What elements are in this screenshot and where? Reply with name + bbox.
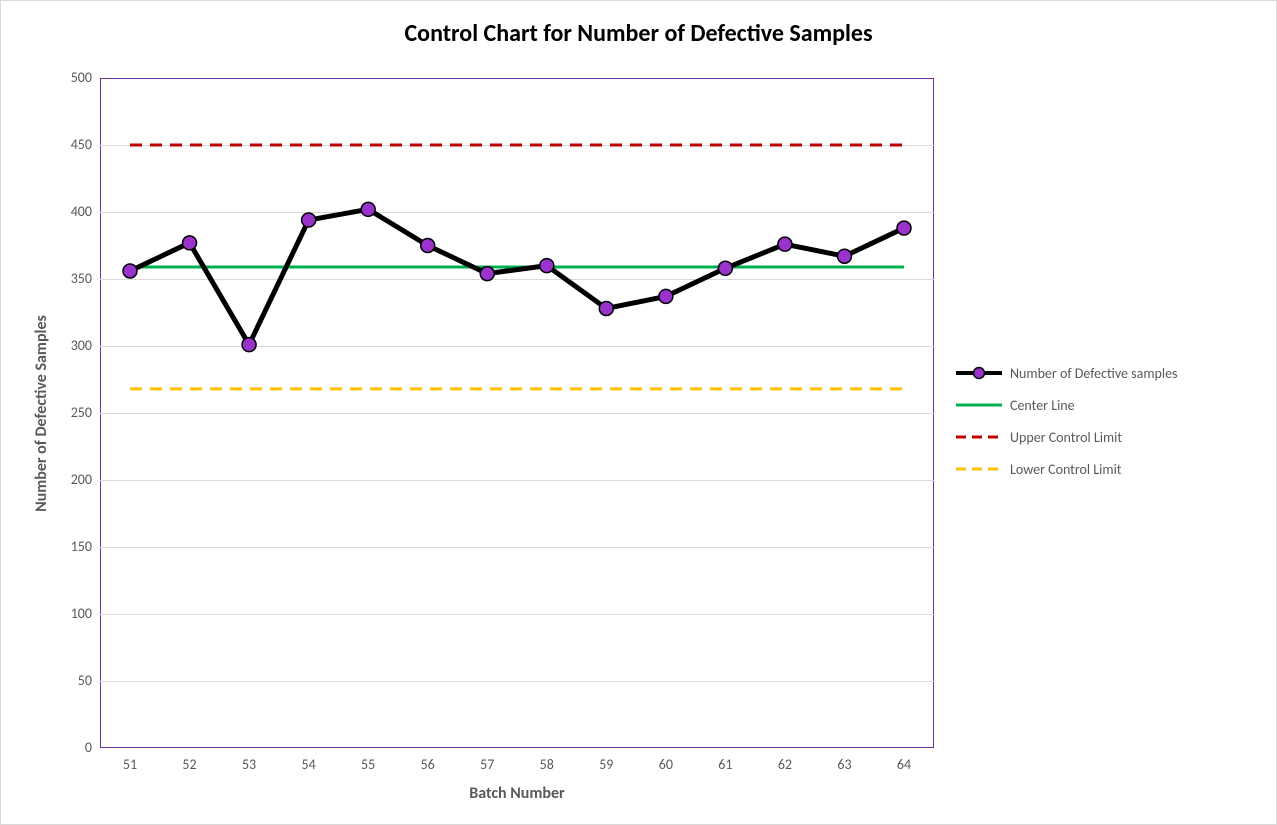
x-tick-label: 56 bbox=[413, 756, 443, 773]
plot-svg bbox=[100, 78, 934, 748]
legend-item-ucl: Upper Control Limit bbox=[956, 421, 1256, 453]
legend-item-center: Center Line bbox=[956, 389, 1256, 421]
legend-label-center: Center Line bbox=[1010, 397, 1075, 414]
y-tick-label: 50 bbox=[78, 672, 92, 689]
x-tick-label: 61 bbox=[710, 756, 740, 773]
data-marker bbox=[302, 213, 316, 227]
y-axis-title-text: Number of Defective Samples bbox=[32, 315, 51, 512]
legend-swatch-ucl bbox=[956, 427, 1002, 447]
legend-label-defectives: Number of Defective samples bbox=[1010, 365, 1178, 382]
data-marker bbox=[361, 202, 375, 216]
legend-label-lcl: Lower Control Limit bbox=[1010, 461, 1121, 478]
data-marker bbox=[540, 259, 554, 273]
x-tick-label: 60 bbox=[651, 756, 681, 773]
data-marker bbox=[659, 289, 673, 303]
x-tick-label: 58 bbox=[532, 756, 562, 773]
y-tick-label: 350 bbox=[71, 270, 92, 287]
data-marker bbox=[480, 267, 494, 281]
x-tick-label: 54 bbox=[294, 756, 324, 773]
data-marker bbox=[837, 249, 851, 263]
x-tick-label: 64 bbox=[889, 756, 919, 773]
data-marker bbox=[778, 237, 792, 251]
data-marker bbox=[123, 264, 137, 278]
x-axis-title: Batch Number bbox=[100, 784, 934, 803]
y-tick-label: 450 bbox=[71, 136, 92, 153]
x-tick-label: 53 bbox=[234, 756, 264, 773]
legend-swatch-lcl bbox=[956, 459, 1002, 479]
x-tick-label: 55 bbox=[353, 756, 383, 773]
data-marker bbox=[599, 301, 613, 315]
y-tick-label: 100 bbox=[71, 605, 92, 622]
y-tick-label: 400 bbox=[71, 203, 92, 220]
y-tick-label: 150 bbox=[71, 538, 92, 555]
x-tick-label: 63 bbox=[829, 756, 859, 773]
y-tick-label: 0 bbox=[85, 739, 92, 756]
x-tick-label: 51 bbox=[115, 756, 145, 773]
data-marker bbox=[183, 236, 197, 250]
legend-item-defectives: Number of Defective samples bbox=[956, 357, 1256, 389]
data-marker bbox=[718, 261, 732, 275]
legend-swatch-center bbox=[956, 395, 1002, 415]
y-tick-label: 300 bbox=[71, 337, 92, 354]
x-tick-label: 57 bbox=[472, 756, 502, 773]
y-tick-label: 250 bbox=[71, 404, 92, 421]
data-marker bbox=[897, 221, 911, 235]
series-defectives-line bbox=[130, 209, 904, 344]
legend-item-lcl: Lower Control Limit bbox=[956, 453, 1256, 485]
x-tick-label: 52 bbox=[175, 756, 205, 773]
chart-title: Control Chart for Number of Defective Sa… bbox=[1, 19, 1276, 48]
data-marker bbox=[242, 338, 256, 352]
chart-frame: Control Chart for Number of Defective Sa… bbox=[0, 0, 1277, 825]
y-axis-title: Number of Defective Samples bbox=[31, 78, 51, 748]
y-tick-label: 200 bbox=[71, 471, 92, 488]
x-tick-label: 59 bbox=[591, 756, 621, 773]
legend-swatch-defectives bbox=[956, 363, 1002, 383]
y-tick-label: 500 bbox=[71, 69, 92, 86]
x-tick-label: 62 bbox=[770, 756, 800, 773]
legend-label-ucl: Upper Control Limit bbox=[1010, 429, 1122, 446]
data-marker bbox=[421, 239, 435, 253]
legend: Number of Defective samples Center Line … bbox=[956, 357, 1256, 485]
